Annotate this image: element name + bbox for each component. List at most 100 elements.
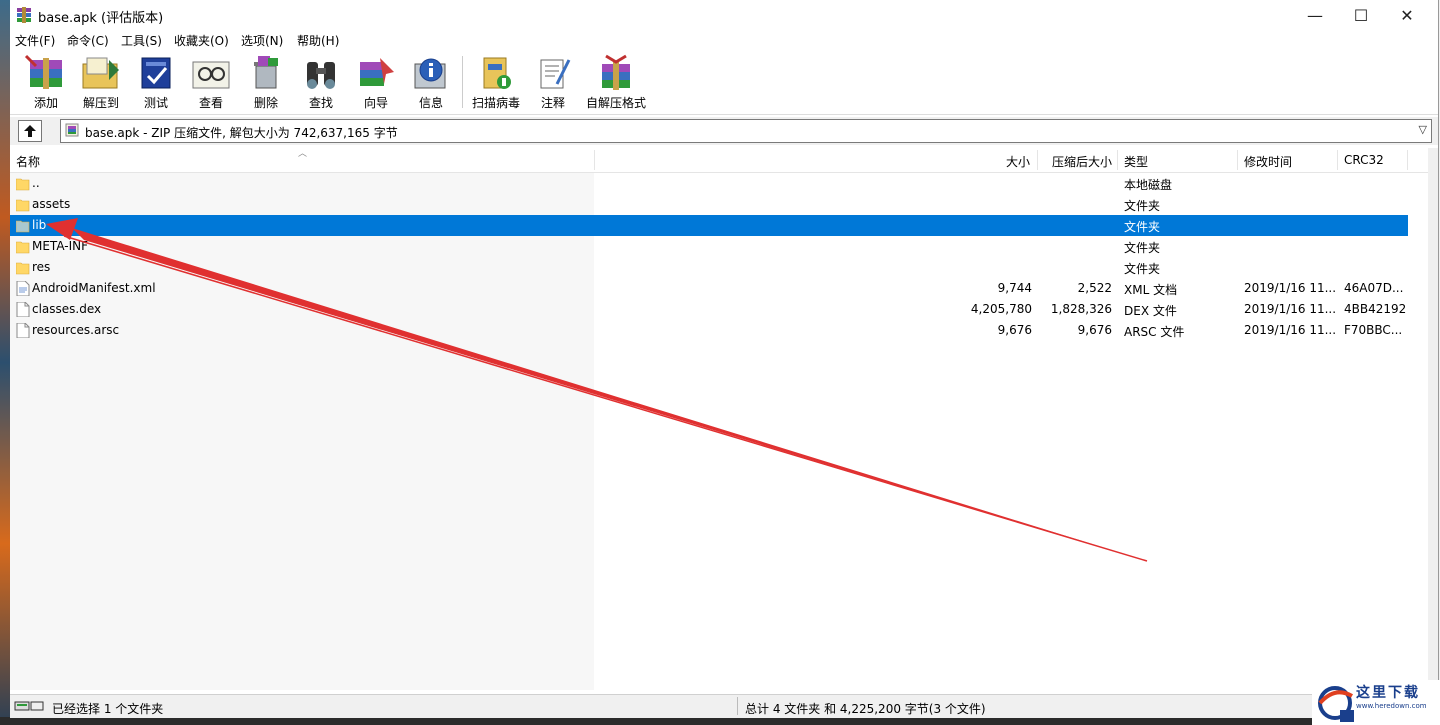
extract-to-button[interactable]: 解压到 (73, 52, 129, 110)
status-divider (737, 697, 738, 715)
menu-bar: 文件(F) 命令(C) 工具(S) 收藏夹(O) 选项(N) 帮助(H) (10, 30, 1438, 50)
table-row[interactable]: classes.dex 4,205,780 1,828,326 DEX 文件 2019/… (10, 299, 1408, 320)
find-button[interactable]: 查找 (293, 52, 349, 110)
column-header-size[interactable]: 大小 (1006, 153, 1030, 170)
table-row[interactable]: .. 本地磁盘 (10, 173, 1408, 194)
folder-icon (16, 220, 30, 233)
column-divider[interactable] (1407, 150, 1408, 170)
file-name: .. (32, 176, 40, 190)
delete-button[interactable]: 删除 (238, 52, 294, 110)
table-row[interactable]: resources.arsc 9,676 9,676 ARSC 文件 2019/1/16… (10, 320, 1408, 341)
file-name: res (32, 260, 51, 274)
file-icon (16, 302, 30, 317)
file-name: assets (32, 197, 71, 211)
toolbar: 添加 解压到 测试 查看 删除 查找 向导 信息 扫描病毒 注释 自解压格式 (10, 50, 1438, 115)
table-row[interactable]: lib 文件夹 (10, 215, 1408, 236)
selection-status: 已经选择 1 个文件夹 (52, 702, 164, 716)
delete-label: 删除 (253, 96, 278, 110)
menu-file[interactable]: 文件(F) (15, 32, 55, 49)
sfx-button[interactable]: 自解压格式 (586, 52, 646, 110)
file-packed-size: 1,828,326 (1050, 302, 1112, 316)
file-modified: 2019/1/16 11... (1244, 302, 1337, 316)
column-header-modified[interactable]: 修改时间 (1244, 153, 1292, 170)
file-name: META-INF (32, 239, 89, 253)
window-title: base.apk (评估版本) (38, 11, 164, 26)
view-label: 查看 (198, 96, 223, 110)
file-crc: 46A07D... (1344, 281, 1404, 295)
menu-commands[interactable]: 命令(C) (67, 32, 109, 49)
menu-options[interactable]: 选项(N) (241, 32, 283, 49)
file-icon (16, 323, 30, 338)
file-type: 文件夹 (1124, 199, 1161, 213)
find-icon (307, 62, 335, 89)
status-bar: 已经选择 1 个文件夹 总计 4 文件夹 和 4,225,200 字节(3 个文… (10, 694, 1438, 718)
menu-tools[interactable]: 工具(S) (121, 32, 162, 49)
folder-icon (16, 241, 30, 254)
column-divider[interactable] (1337, 150, 1338, 170)
chevron-down-icon[interactable]: ▽ (1419, 123, 1427, 136)
watermark-text: 这里下载 (1356, 685, 1420, 701)
column-divider[interactable] (1237, 150, 1238, 170)
winrar-app-icon (17, 7, 31, 23)
total-status: 总计 4 文件夹 和 4,225,200 字节(3 个文件) (745, 702, 986, 716)
add-button[interactable]: 添加 (18, 52, 74, 110)
file-crc: 4BB42192 (1344, 302, 1407, 316)
minimize-button[interactable]: — (1292, 0, 1338, 30)
menu-favorites[interactable]: 收藏夹(O) (174, 32, 229, 49)
winrar-window: base.apk (评估版本) — ☐ ✕ 文件(F) 命令(C) 工具(S) … (10, 0, 1439, 718)
folder-icon (16, 199, 30, 212)
path-text: base.apk - ZIP 压缩文件, 解包大小为 742,637,165 字… (85, 126, 398, 140)
comment-icon (540, 59, 571, 89)
file-type: 本地磁盘 (1124, 178, 1173, 192)
wizard-icon (360, 58, 394, 86)
file-name: classes.dex (32, 302, 102, 316)
maximize-button[interactable]: ☐ (1338, 0, 1384, 30)
folder-icon (16, 262, 30, 275)
table-row[interactable]: res 文件夹 (10, 257, 1408, 278)
view-button[interactable]: 查看 (183, 52, 239, 110)
add-label: 添加 (33, 96, 58, 110)
test-button[interactable]: 测试 (128, 52, 184, 110)
view-icon (192, 61, 230, 89)
vertical-scrollbar[interactable] (1428, 148, 1438, 692)
column-header-type[interactable]: 类型 (1124, 153, 1148, 170)
column-divider[interactable] (594, 150, 595, 170)
up-arrow-icon (24, 125, 36, 137)
column-header-packed[interactable]: 压缩后大小 (1052, 153, 1112, 170)
path-combobox[interactable]: base.apk - ZIP 压缩文件, 解包大小为 742,637,165 字… (60, 119, 1432, 143)
watermark-url: www.heredown.com (1356, 702, 1427, 710)
table-row[interactable]: META-INF 文件夹 (10, 236, 1408, 257)
info-label: 信息 (418, 96, 443, 110)
xml-file-icon (16, 281, 30, 296)
extract-to-icon (82, 57, 119, 89)
title-bar[interactable]: base.apk (评估版本) — ☐ ✕ (10, 0, 1438, 30)
scan-virus-icon (483, 57, 511, 89)
column-header-crc[interactable]: CRC32 (1344, 153, 1384, 167)
wizard-button[interactable]: 向导 (348, 52, 404, 110)
column-divider[interactable] (1037, 150, 1038, 170)
scan-virus-button[interactable]: 扫描病毒 (468, 52, 524, 110)
list-header: ︿ 名称 大小 压缩后大小 类型 修改时间 CRC32 (10, 148, 1428, 173)
up-folder-button[interactable] (18, 120, 42, 142)
file-modified: 2019/1/16 11... (1244, 323, 1337, 337)
watermark: 这里下载 www.heredown.com (1312, 680, 1440, 725)
table-row[interactable]: AndroidManifest.xml 9,744 2,522 XML 文档 2019/… (10, 278, 1408, 299)
file-size: 9,676 (997, 323, 1032, 337)
menu-help[interactable]: 帮助(H) (297, 32, 339, 49)
comment-label: 注释 (540, 96, 565, 110)
info-button[interactable]: 信息 (403, 52, 459, 110)
table-row[interactable]: assets 文件夹 (10, 194, 1408, 215)
toolbar-separator (462, 56, 463, 108)
info-icon (414, 58, 446, 89)
column-divider[interactable] (1117, 150, 1118, 170)
file-type: 文件夹 (1124, 241, 1161, 255)
close-button[interactable]: ✕ (1384, 0, 1430, 30)
file-type: 文件夹 (1124, 262, 1161, 276)
drive-icon (14, 701, 44, 711)
file-type: ARSC 文件 (1124, 325, 1185, 339)
file-type: DEX 文件 (1124, 304, 1177, 318)
column-header-name[interactable]: 名称 (16, 153, 40, 170)
file-size: 4,205,780 (970, 302, 1032, 316)
file-packed-size: 9,676 (1077, 323, 1112, 337)
comment-button[interactable]: 注释 (525, 52, 581, 110)
